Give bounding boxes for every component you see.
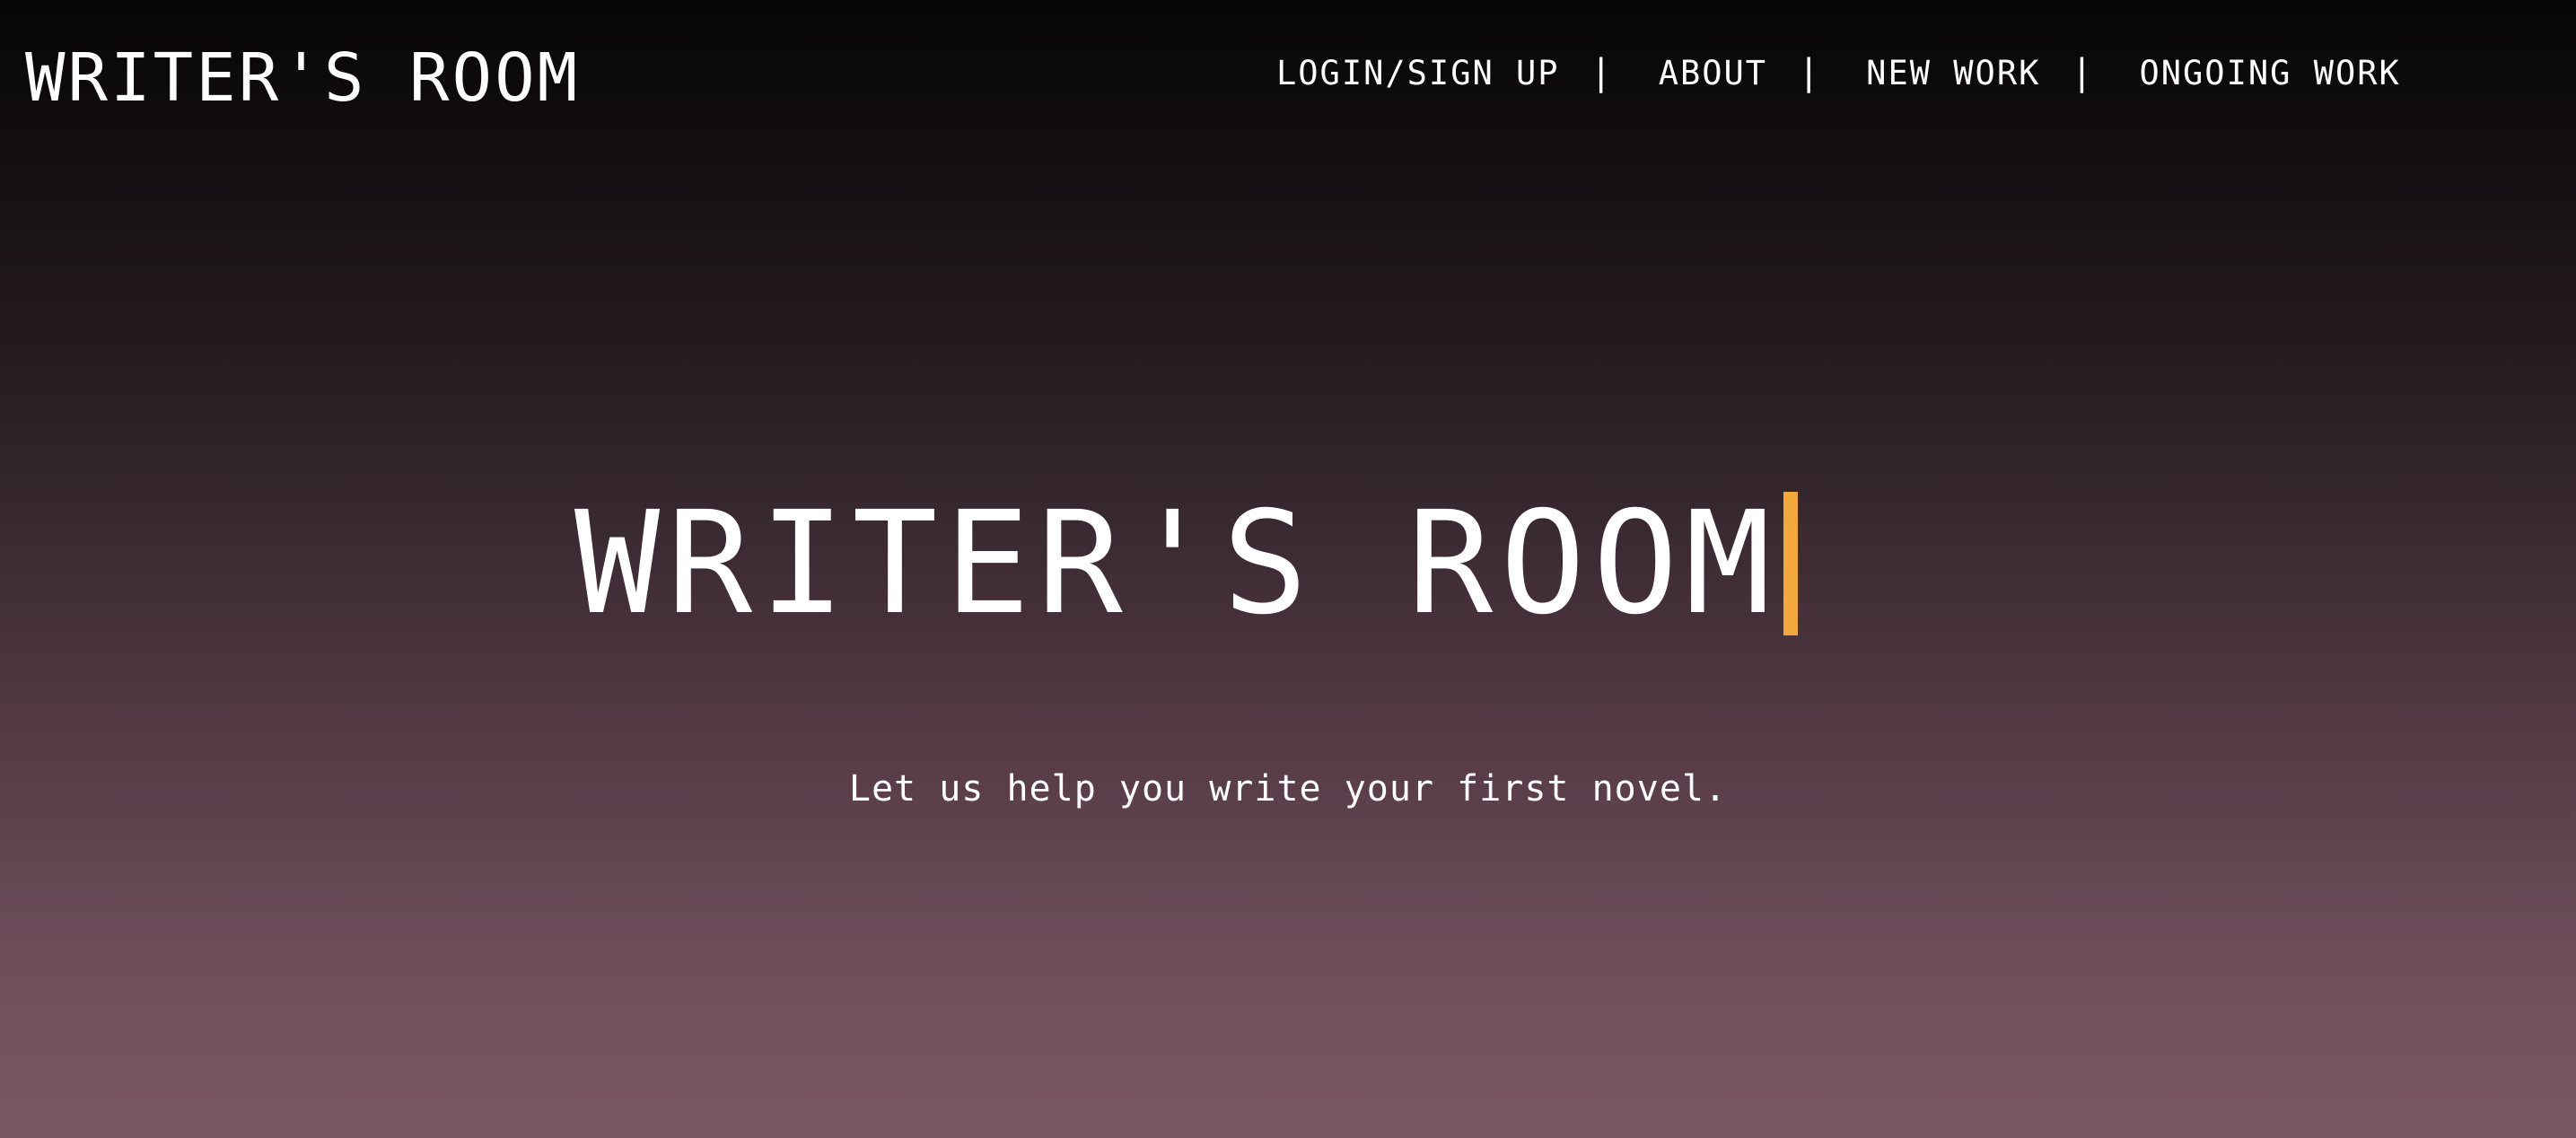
nav-about[interactable]: ABOUT [1659,54,1767,92]
typing-cursor [1783,492,1798,635]
nav-separator: | [2071,52,2095,93]
main-nav: LOGIN/SIGN UP | ABOUT | NEW WORK | ONGOI… [1276,52,2401,93]
hero-tagline: Let us help you write your first novel. [848,768,1728,810]
nav-separator: | [1590,52,1614,93]
nav-new-work[interactable]: NEW WORK [1866,54,2040,92]
hero-title-wrapper: WRITER'S ROOM [574,492,1798,635]
nav-ongoing-work[interactable]: ONGOING WORK [2139,54,2400,92]
nav-separator: | [1798,52,1822,93]
nav-login-signup[interactable]: LOGIN/SIGN UP [1276,54,1560,92]
hero-title: WRITER'S ROOM [574,481,1778,646]
brand-logo[interactable]: WRITER'S ROOM [25,45,580,111]
